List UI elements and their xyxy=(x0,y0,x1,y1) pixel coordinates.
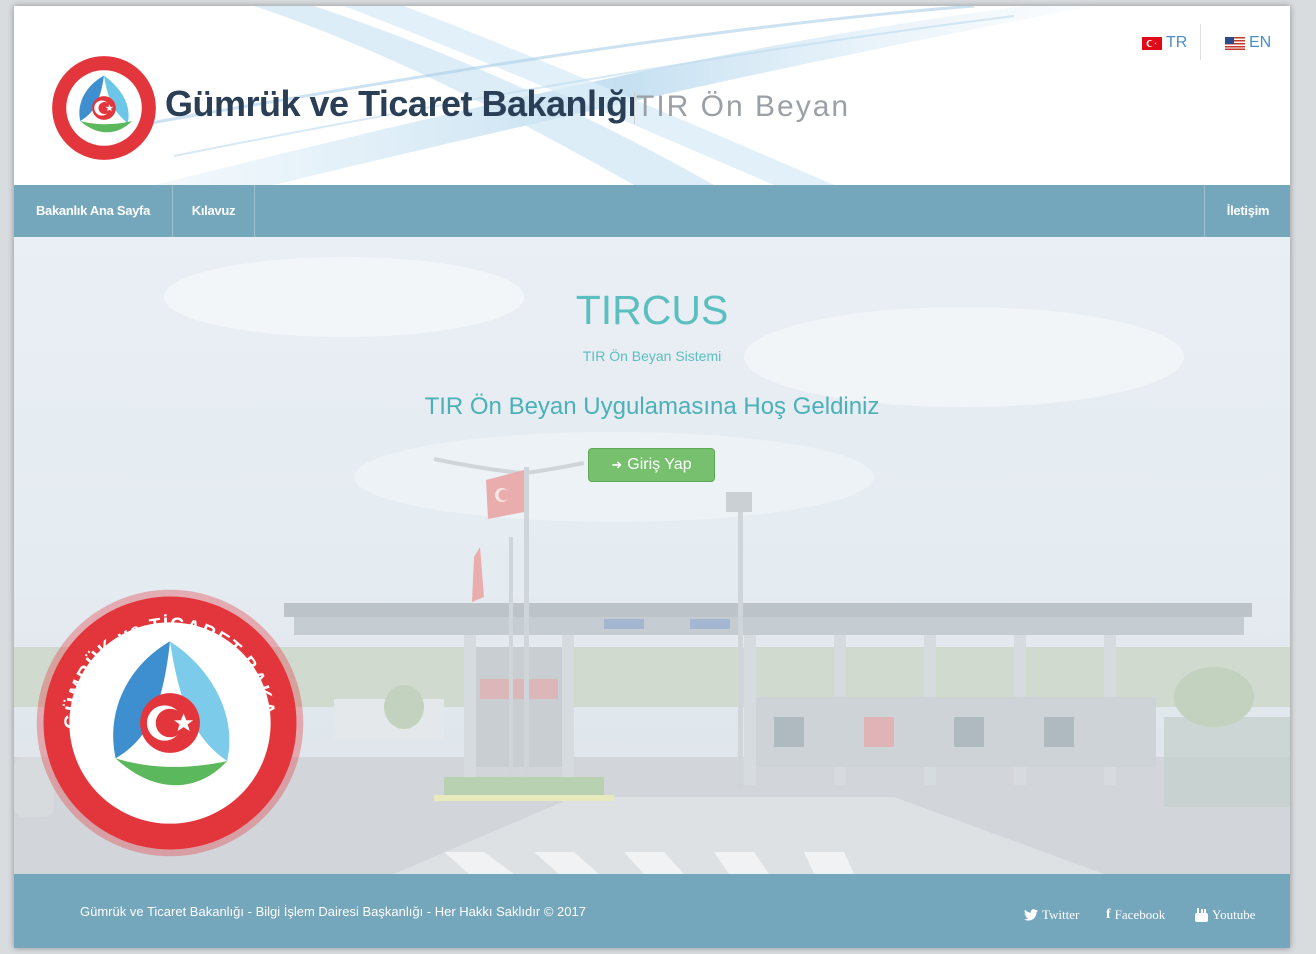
hero-subtitle: TIR Ön Beyan Sistemi xyxy=(582,348,722,364)
login-button[interactable]: ➜ Giriş Yap xyxy=(588,448,715,482)
site-title: Gümrük ve Ticaret Bakanlığı xyxy=(165,83,638,124)
twitter-link[interactable]: Twitter xyxy=(1024,907,1079,923)
language-tr-link[interactable]: TR xyxy=(1142,34,1187,52)
language-tr-label: TR xyxy=(1166,34,1188,51)
nav-item-contact[interactable]: İletişim xyxy=(1204,185,1290,237)
header: Gümrük ve Ticaret Bakanlığı TIR Ön Beyan… xyxy=(14,6,1290,185)
language-en-link[interactable]: EN xyxy=(1225,34,1271,52)
language-divider xyxy=(1200,24,1201,60)
hero-section: TIRCUS TIR Ön Beyan Sistemi TIR Ön Beyan… xyxy=(14,237,1290,874)
twitter-icon xyxy=(1024,909,1038,921)
sign-in-icon: ➜ xyxy=(611,457,623,472)
youtube-icon xyxy=(1195,908,1208,922)
facebook-label: Facebook xyxy=(1114,907,1166,922)
welcome-message: TIR Ön Beyan Uygulamasına Hoş Geldiniz xyxy=(424,393,880,420)
title-divider xyxy=(634,92,635,124)
facebook-link[interactable]: f Facebook xyxy=(1106,907,1165,923)
site-subtitle: TIR Ön Beyan xyxy=(636,90,851,123)
flag-usa-icon xyxy=(1225,36,1245,50)
twitter-label: Twitter xyxy=(1042,907,1080,922)
hero-title: TIRCUS xyxy=(575,287,729,333)
page: Gümrük ve Ticaret Bakanlığı TIR Ön Beyan… xyxy=(14,6,1290,948)
nav-item-ministry-home[interactable]: Bakanlık Ana Sayfa xyxy=(14,185,173,237)
language-en-label: EN xyxy=(1249,34,1272,51)
footer-copyright: Gümrük ve Ticaret Bakanlığı - Bilgi İşle… xyxy=(80,904,586,919)
login-button-label: Giriş Yap xyxy=(627,456,692,473)
youtube-link[interactable]: Youtube xyxy=(1195,907,1255,923)
ministry-logo-small xyxy=(52,56,156,160)
main-navbar: Bakanlık Ana Sayfa Kılavuz İletişim xyxy=(14,185,1290,237)
nav-item-guide[interactable]: Kılavuz xyxy=(173,185,255,237)
youtube-label: Youtube xyxy=(1212,907,1256,922)
ministry-seal-large: T.C. GÜMRÜK ve TİCARET BAKANLIĞI MINISTR… xyxy=(34,587,304,857)
flag-turkey-icon xyxy=(1142,36,1162,50)
footer: Gümrük ve Ticaret Bakanlığı - Bilgi İşle… xyxy=(14,874,1290,948)
facebook-icon: f xyxy=(1106,907,1111,922)
